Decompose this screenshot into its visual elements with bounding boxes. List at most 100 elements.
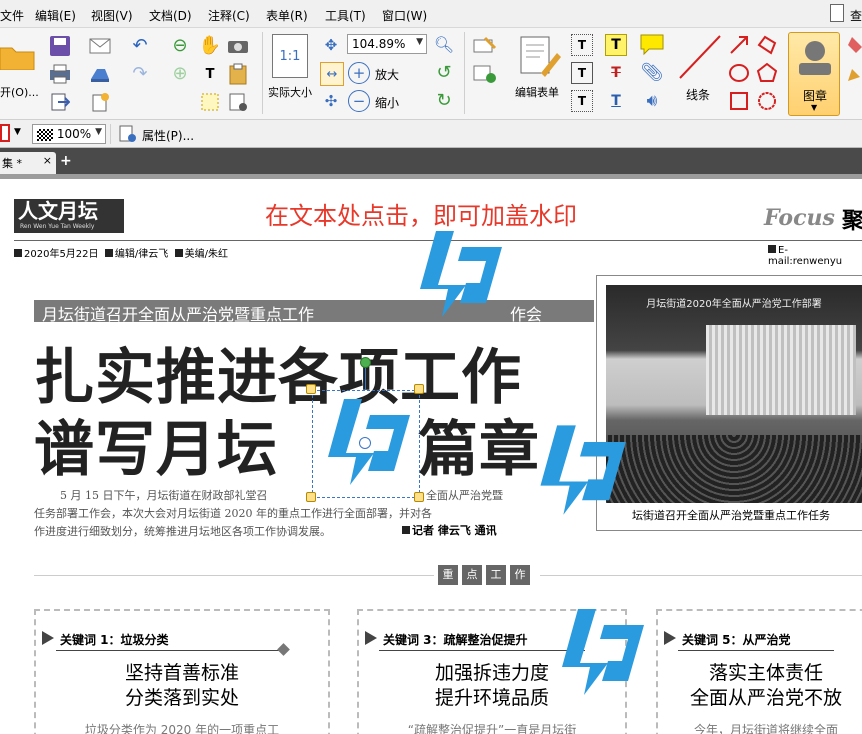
next-page-icon[interactable]: ⊕ [168,62,192,86]
subhead-text: 月坛街道召开全面从严治党暨重点工作 [42,305,315,324]
textbox-icon[interactable]: T [571,34,593,56]
focus-label: Focus [764,205,835,231]
resize-handle-se[interactable] [414,492,424,502]
cloud-tool-icon[interactable] [756,90,778,112]
resize-handle-sw[interactable] [306,492,316,502]
focus-cn: 聚 [842,208,862,234]
select-area-icon[interactable] [198,90,222,114]
undo-icon[interactable]: ↶ [128,34,152,58]
zoom-in-label[interactable]: 放大 [375,66,399,83]
border-color-swatch[interactable] [0,124,10,142]
hand-tool-icon[interactable]: ✋ [198,34,222,58]
rectangle-tool-icon[interactable] [728,90,750,112]
open-label[interactable]: 开(O)... [0,84,39,100]
rotate-left-icon[interactable]: ↺ [433,62,455,84]
scan-icon[interactable] [88,62,112,86]
typewriter-icon[interactable]: T [571,90,593,112]
stamp-button[interactable]: 图章 ▼ [788,32,840,116]
snapshot-icon[interactable] [226,34,250,58]
email-icon[interactable] [88,34,112,58]
zoom-in-icon[interactable]: + [348,62,370,84]
highlight-text-icon[interactable]: T [605,34,627,56]
chevron-down-icon[interactable]: ▼ [14,127,21,137]
keyword-card-1: 关键词 1：垃圾分类 坚持首善标准 分类落到实处 垃圾分类作为 2020 年的一… [34,609,330,734]
eraser-icon[interactable] [846,34,862,56]
opacity-combo[interactable]: 100% ▼ [32,124,106,144]
zoom-out-icon[interactable]: − [348,90,370,112]
fit-page-icon[interactable]: ✥ [320,34,342,56]
menu-bar: 文件 编辑(E) 视图(V) 文档(D) 注释(C) 表单(R) 工具(T) 窗… [0,0,862,28]
open-folder-icon[interactable] [0,38,36,72]
form-field-icon[interactable] [472,34,498,58]
document-page[interactable]: 人文月坛 Ren Wen Yue Tan Weekly 在文本处点击，即可加盖水… [0,174,862,734]
menu-tools[interactable]: 工具(T) [325,7,366,24]
add-form-icon[interactable] [472,62,498,86]
zoom-glass-icon[interactable]: 🔍︎ [433,34,455,56]
polyline-tool-icon[interactable] [756,34,778,56]
edit-form-label[interactable]: 编辑表单 [515,84,559,100]
center-handle[interactable] [359,437,371,449]
watermark-stamp-1-icon[interactable] [408,225,508,321]
fit-width-icon[interactable]: ↔ [320,62,344,86]
tab-bar: 集 * × + [0,148,862,174]
actual-size-label[interactable]: 实际大小 [268,84,312,100]
opacity-pattern-icon [37,128,53,141]
meeting-photo: 月坛街道2020年全面从严治党工作部署 [606,285,862,503]
add-tab-icon[interactable]: + [60,153,72,169]
keyword-label: 关键词 3：疏解整治促提升 [383,633,528,647]
email-line: E-mail:renwenyu [768,245,843,267]
line-tool-label[interactable]: 线条 [686,86,710,103]
redo-icon[interactable]: ↷ [128,62,152,86]
underline-icon[interactable]: T [605,90,627,112]
menu-form[interactable]: 表单(R) [266,7,308,24]
watermark-stamp-3-icon[interactable] [550,599,650,703]
document-icon[interactable] [830,4,844,22]
zoom-combo[interactable]: 104.89% ▼ [347,34,427,54]
select-text-icon[interactable]: T [198,62,222,86]
arrow-tool-icon[interactable] [728,34,750,56]
new-document-icon[interactable] [88,90,112,114]
line-tool-icon[interactable] [676,32,724,82]
menu-view[interactable]: 视图(V) [91,7,133,24]
close-tab-icon[interactable]: × [43,154,52,167]
triangle-icon [42,631,54,645]
clipboard-icon[interactable] [226,62,250,86]
print-icon[interactable] [48,62,72,86]
zoom-out-label[interactable]: 缩小 [375,94,399,111]
actual-size-icon[interactable]: 1:1 [272,34,308,78]
document-tab[interactable]: 集 * × [0,152,56,174]
resize-handle-nw[interactable] [306,384,316,394]
properties-button[interactable]: 属性(P)... [142,127,194,144]
toolbar: 开(O)... ↶ ↷ ⊖ ⊕ ✋ T 1:1 实际大小 ✥ ↔ ✣ 104.8… [0,28,862,120]
resize-handle-ne[interactable] [414,384,424,394]
oval-tool-icon[interactable] [728,62,750,84]
reporter: 记者 律云飞 通讯 [402,522,497,538]
document-tool-icon[interactable] [226,90,250,114]
sound-icon[interactable]: 🔊︎ [640,90,664,112]
menu-window[interactable]: 窗口(W) [382,7,427,24]
attachment-icon[interactable]: 📎︎ [640,62,664,84]
save-icon[interactable] [48,34,72,58]
menu-file[interactable]: 文件 [0,7,24,24]
polygon-tool-icon[interactable] [756,62,778,84]
menu-edit[interactable]: 编辑(E) [35,7,76,24]
body-line-1-tail: 全面从严治党暨 [426,489,503,502]
rotate-right-icon[interactable]: ↻ [433,90,455,112]
body-line-3: 作进度进行细致划分，统筹推进月坛地区各项工作协调发展。 [34,525,331,538]
fit-visible-icon[interactable]: ✣ [320,90,342,112]
menu-document[interactable]: 文档(D) [149,7,192,24]
logo-subtitle: Ren Wen Yue Tan Weekly [20,223,95,230]
watermark-stamp-2-icon[interactable] [528,419,632,519]
edit-form-icon[interactable] [515,34,563,78]
previous-page-icon[interactable]: ⊖ [168,34,192,58]
strikeout-icon[interactable]: T [605,62,627,84]
menu-comment[interactable]: 注释(C) [208,7,250,24]
note-icon[interactable] [640,34,664,56]
properties-icon[interactable] [118,124,138,144]
export-icon[interactable] [48,90,72,114]
pencil-icon[interactable] [846,62,862,84]
stamp-icon [799,41,831,75]
rotate-handle[interactable] [360,357,371,368]
menu-right-label[interactable]: 查 [850,7,862,24]
callout-icon[interactable]: T [571,62,593,84]
